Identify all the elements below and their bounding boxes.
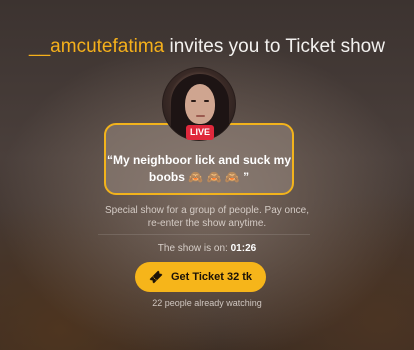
title-text: invites you to Ticket show bbox=[164, 36, 385, 57]
get-ticket-label: Get Ticket 32 tk bbox=[170, 271, 253, 283]
timer-label: The show is on: bbox=[157, 243, 231, 254]
live-badge: LIVE bbox=[186, 125, 214, 140]
show-timer: The show is on: 01:26 bbox=[0, 243, 414, 254]
username-link[interactable]: __amcutefatima bbox=[29, 36, 164, 57]
timer-value: 01:26 bbox=[230, 243, 257, 254]
page-title: __amcutefatima invites you to Ticket sho… bbox=[0, 36, 414, 58]
watching-count: 22 people already watching bbox=[152, 298, 262, 308]
get-ticket-button[interactable]: Get Ticket 32 tk bbox=[135, 262, 266, 292]
show-description: Special show for a group of people. Pay … bbox=[104, 205, 310, 229]
show-quote: “My neighboor lick and suck my boobs 🙈 🙈… bbox=[106, 153, 292, 184]
divider bbox=[98, 234, 310, 235]
ticket-icon bbox=[149, 270, 163, 284]
